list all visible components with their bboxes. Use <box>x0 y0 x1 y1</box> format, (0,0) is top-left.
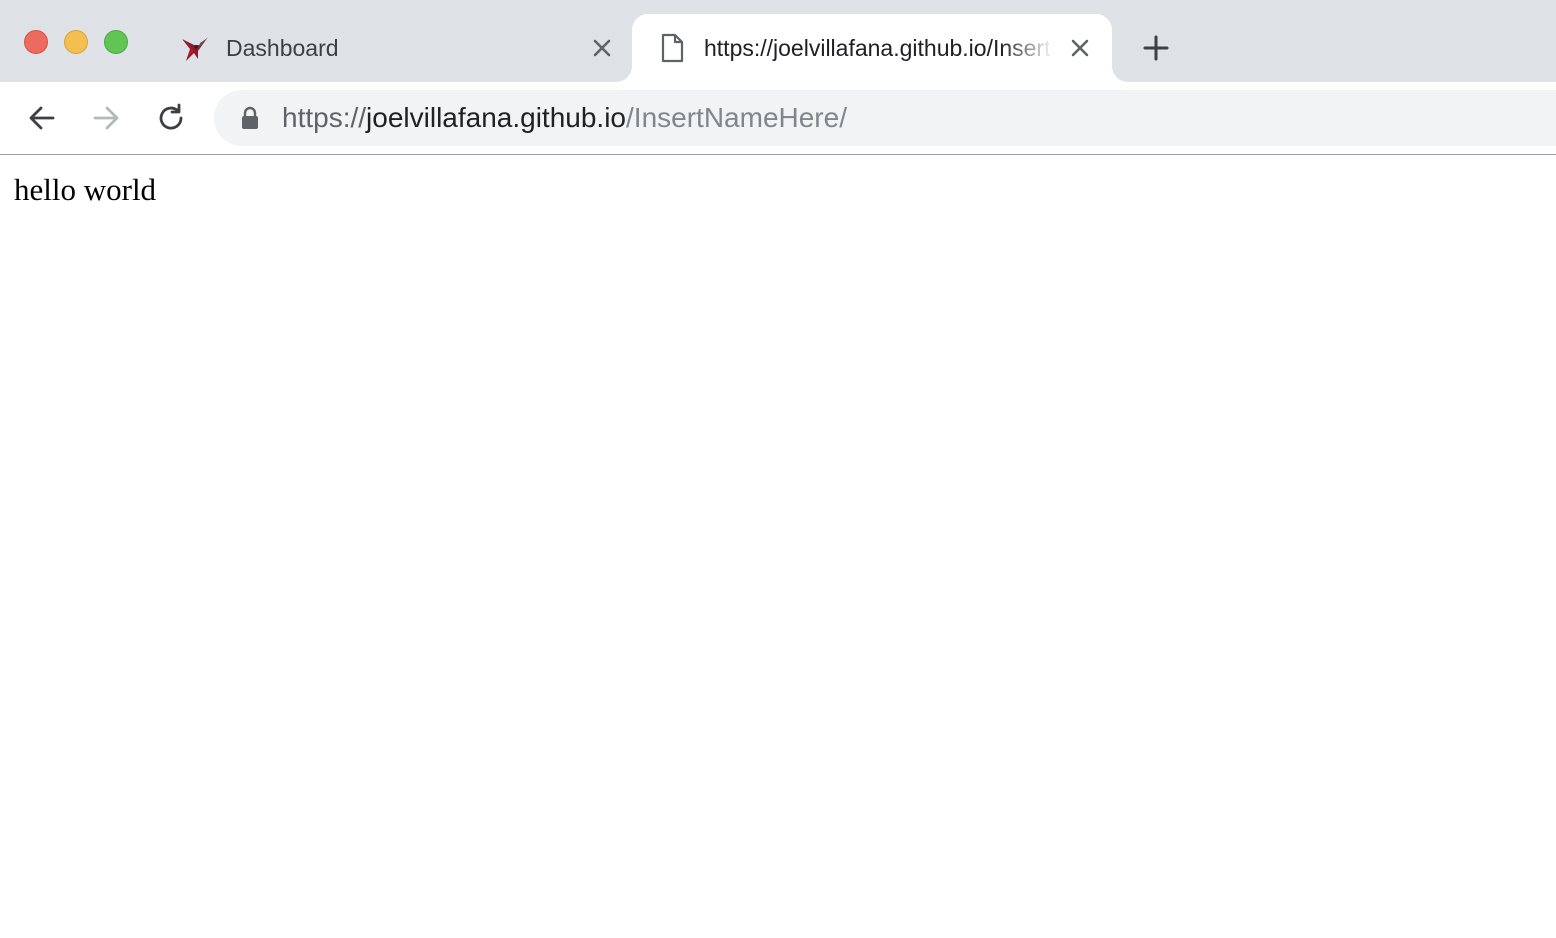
reload-icon[interactable] <box>153 100 189 136</box>
tab-title: Dashboard <box>226 35 339 61</box>
url-host: joelvillafana.github.io <box>366 102 627 133</box>
tab-title: https://joelvillafana.github.io/InsertNa… <box>704 35 1054 61</box>
page-content: hello world <box>0 156 1556 938</box>
url-path: /InsertNameHere/ <box>626 102 847 133</box>
close-icon[interactable] <box>1068 36 1092 60</box>
window-minimize-button[interactable] <box>64 30 88 54</box>
browser-toolbar: https://joelvillafana.github.io/InsertNa… <box>0 82 1556 155</box>
url-text[interactable]: https://joelvillafana.github.io/InsertNa… <box>282 90 847 146</box>
window-maximize-button[interactable] <box>104 30 128 54</box>
plus-icon[interactable] <box>1138 30 1174 66</box>
document-icon <box>661 33 684 63</box>
url-scheme: https:// <box>282 102 367 133</box>
page-body-text: hello world <box>14 172 157 207</box>
bird-logo-icon <box>182 37 208 61</box>
arrow-left-icon[interactable] <box>24 100 60 136</box>
close-icon[interactable] <box>590 36 614 60</box>
arrow-right-icon[interactable] <box>88 100 124 136</box>
window-close-button[interactable] <box>24 30 48 54</box>
tab-dashboard[interactable]: Dashboard <box>160 14 628 82</box>
lock-icon[interactable] <box>240 106 260 130</box>
address-bar[interactable]: https://joelvillafana.github.io/InsertNa… <box>214 90 1556 146</box>
tab-strip: Dashboard https://joelvillafana.github.i… <box>0 0 1556 82</box>
tab-joelvillafana[interactable]: https://joelvillafana.github.io/InsertNa… <box>632 14 1112 82</box>
